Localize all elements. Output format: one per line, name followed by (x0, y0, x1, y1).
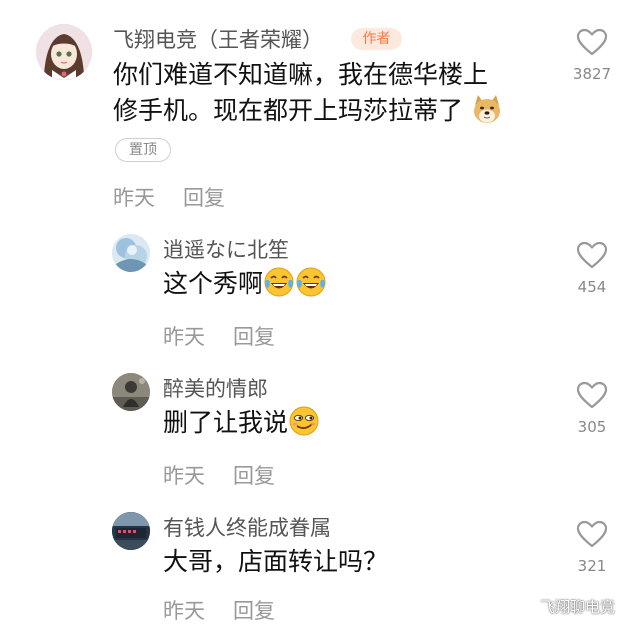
comment-meta: 昨天 回复 (113, 182, 225, 212)
reply-text-wrap: 删了让我说 (163, 405, 320, 446)
watermark: 飞翔聊电竞 (540, 598, 616, 616)
username[interactable]: 飞翔电竞（王者荣耀） (113, 24, 323, 54)
avatar[interactable] (112, 373, 150, 411)
like-count: 454 (577, 278, 607, 296)
username[interactable]: 逍遥なに北笙 (163, 234, 289, 264)
avatar[interactable] (36, 24, 92, 80)
reply-time: 昨天 (163, 599, 205, 623)
reply-button[interactable]: 回复 (233, 464, 275, 488)
reply-time: 昨天 (163, 325, 205, 349)
heart-outline-icon[interactable] (576, 241, 608, 269)
reply-text: 大哥，店面转让吗？ (163, 547, 389, 576)
laugh-tears-emoji (295, 266, 327, 307)
avatar[interactable] (112, 234, 150, 272)
like-count: 321 (577, 557, 607, 575)
like-count: 3827 (572, 65, 612, 83)
comment-text-line2: 修手机。现在都开上玛莎拉蒂了 (113, 96, 464, 125)
pinned-tag: 置顶 (115, 138, 171, 162)
username[interactable]: 醉美的情郎 (163, 373, 268, 403)
laugh-tears-emoji (263, 266, 295, 307)
avatar[interactable] (112, 512, 150, 550)
reply-button[interactable]: 回复 (233, 325, 275, 349)
heart-outline-icon[interactable] (576, 381, 608, 409)
heart-outline-icon[interactable] (576, 520, 608, 548)
comment-text-line1: 你们难道不知道嘛，我在德华楼上 (113, 60, 489, 89)
reply-meta: 昨天 回复 (163, 460, 275, 490)
doge-emoji (471, 93, 503, 134)
reply-button[interactable]: 回复 (183, 186, 225, 210)
username[interactable]: 有钱人终能成眷属 (163, 512, 331, 542)
reply-meta: 昨天 回复 (163, 321, 275, 351)
reply-text-wrap: 这个秀啊 (163, 266, 327, 307)
like-count: 305 (577, 418, 607, 436)
comment-text-line2-wrap: 修手机。现在都开上玛莎拉蒂了 (113, 93, 503, 134)
reply-text: 删了让我说 (163, 408, 289, 437)
author-badge: 作者 (351, 28, 402, 50)
heart-outline-icon[interactable] (576, 28, 608, 56)
reply-text: 这个秀啊 (163, 269, 264, 298)
comment-time: 昨天 (113, 186, 155, 210)
reply-button[interactable]: 回复 (233, 599, 275, 623)
reply-time: 昨天 (163, 464, 205, 488)
smirk-emoji (288, 405, 320, 446)
reply-meta: 昨天 回复 (163, 595, 275, 625)
